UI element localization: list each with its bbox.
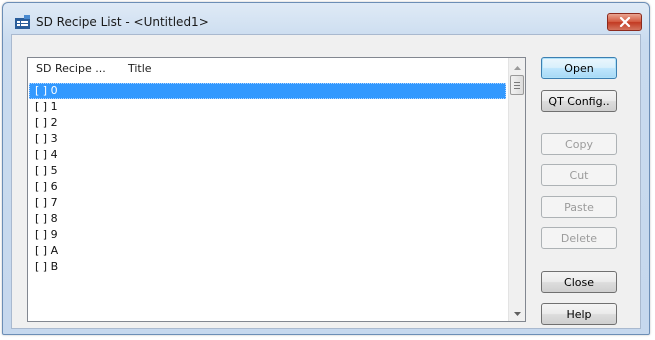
column-header-sd-recipe[interactable]: SD Recipe ... — [28, 62, 120, 75]
paste-button[interactable]: Paste — [541, 196, 617, 218]
window-title: SD Recipe List - <Untitled1> — [36, 15, 209, 29]
chevron-up-icon — [513, 60, 521, 73]
cut-button[interactable]: Cut — [541, 164, 617, 186]
list-item[interactable]: [ ] 9 — [29, 227, 506, 243]
copy-button[interactable]: Copy — [541, 133, 617, 155]
list-item[interactable]: [ ] 2 — [29, 115, 506, 131]
open-button[interactable]: Open — [541, 57, 617, 79]
list-item[interactable]: [ ] 0 — [29, 83, 506, 99]
list-item[interactable]: [ ] 7 — [29, 195, 506, 211]
list-item[interactable]: [ ] 6 — [29, 179, 506, 195]
close-window-button[interactable] — [607, 13, 642, 31]
grip-line — [514, 88, 520, 89]
grip-line — [514, 82, 520, 83]
sd-recipe-list-window: SD Recipe List - <Untitled1> SD Recipe .… — [2, 2, 650, 335]
qt-config-button[interactable]: QT Config.. — [541, 90, 617, 112]
list-item[interactable]: [ ] 1 — [29, 99, 506, 115]
list-item[interactable]: [ ] A — [29, 243, 506, 259]
column-header-title[interactable]: Title — [120, 62, 152, 75]
title-bar[interactable]: SD Recipe List - <Untitled1> — [3, 3, 649, 35]
recipe-list-icon — [15, 15, 31, 29]
vertical-scrollbar[interactable] — [508, 58, 525, 321]
recipe-list[interactable]: SD Recipe ... Title [ ] 0 [ ] 1 [ ] 2 [ … — [27, 57, 526, 322]
list-item[interactable]: [ ] 3 — [29, 131, 506, 147]
help-button[interactable]: Help — [541, 303, 617, 325]
close-icon — [619, 17, 631, 27]
scrollbar-thumb[interactable] — [510, 75, 524, 95]
list-item[interactable]: [ ] 4 — [29, 147, 506, 163]
list-item[interactable]: [ ] 8 — [29, 211, 506, 227]
scroll-up-button[interactable] — [509, 58, 525, 75]
list-item[interactable]: [ ] 5 — [29, 163, 506, 179]
grip-line — [514, 85, 520, 86]
delete-button[interactable]: Delete — [541, 227, 617, 249]
close-button[interactable]: Close — [541, 271, 617, 293]
list-rows: [ ] 0 [ ] 1 [ ] 2 [ ] 3 [ ] 4 [ ] 5 [ ] … — [29, 83, 506, 275]
scroll-down-button[interactable] — [509, 304, 525, 321]
list-header: SD Recipe ... Title — [28, 58, 508, 78]
dialog-client-area: SD Recipe ... Title [ ] 0 [ ] 1 [ ] 2 [ … — [11, 34, 641, 329]
list-item[interactable]: [ ] B — [29, 259, 506, 275]
chevron-down-icon — [513, 306, 521, 319]
